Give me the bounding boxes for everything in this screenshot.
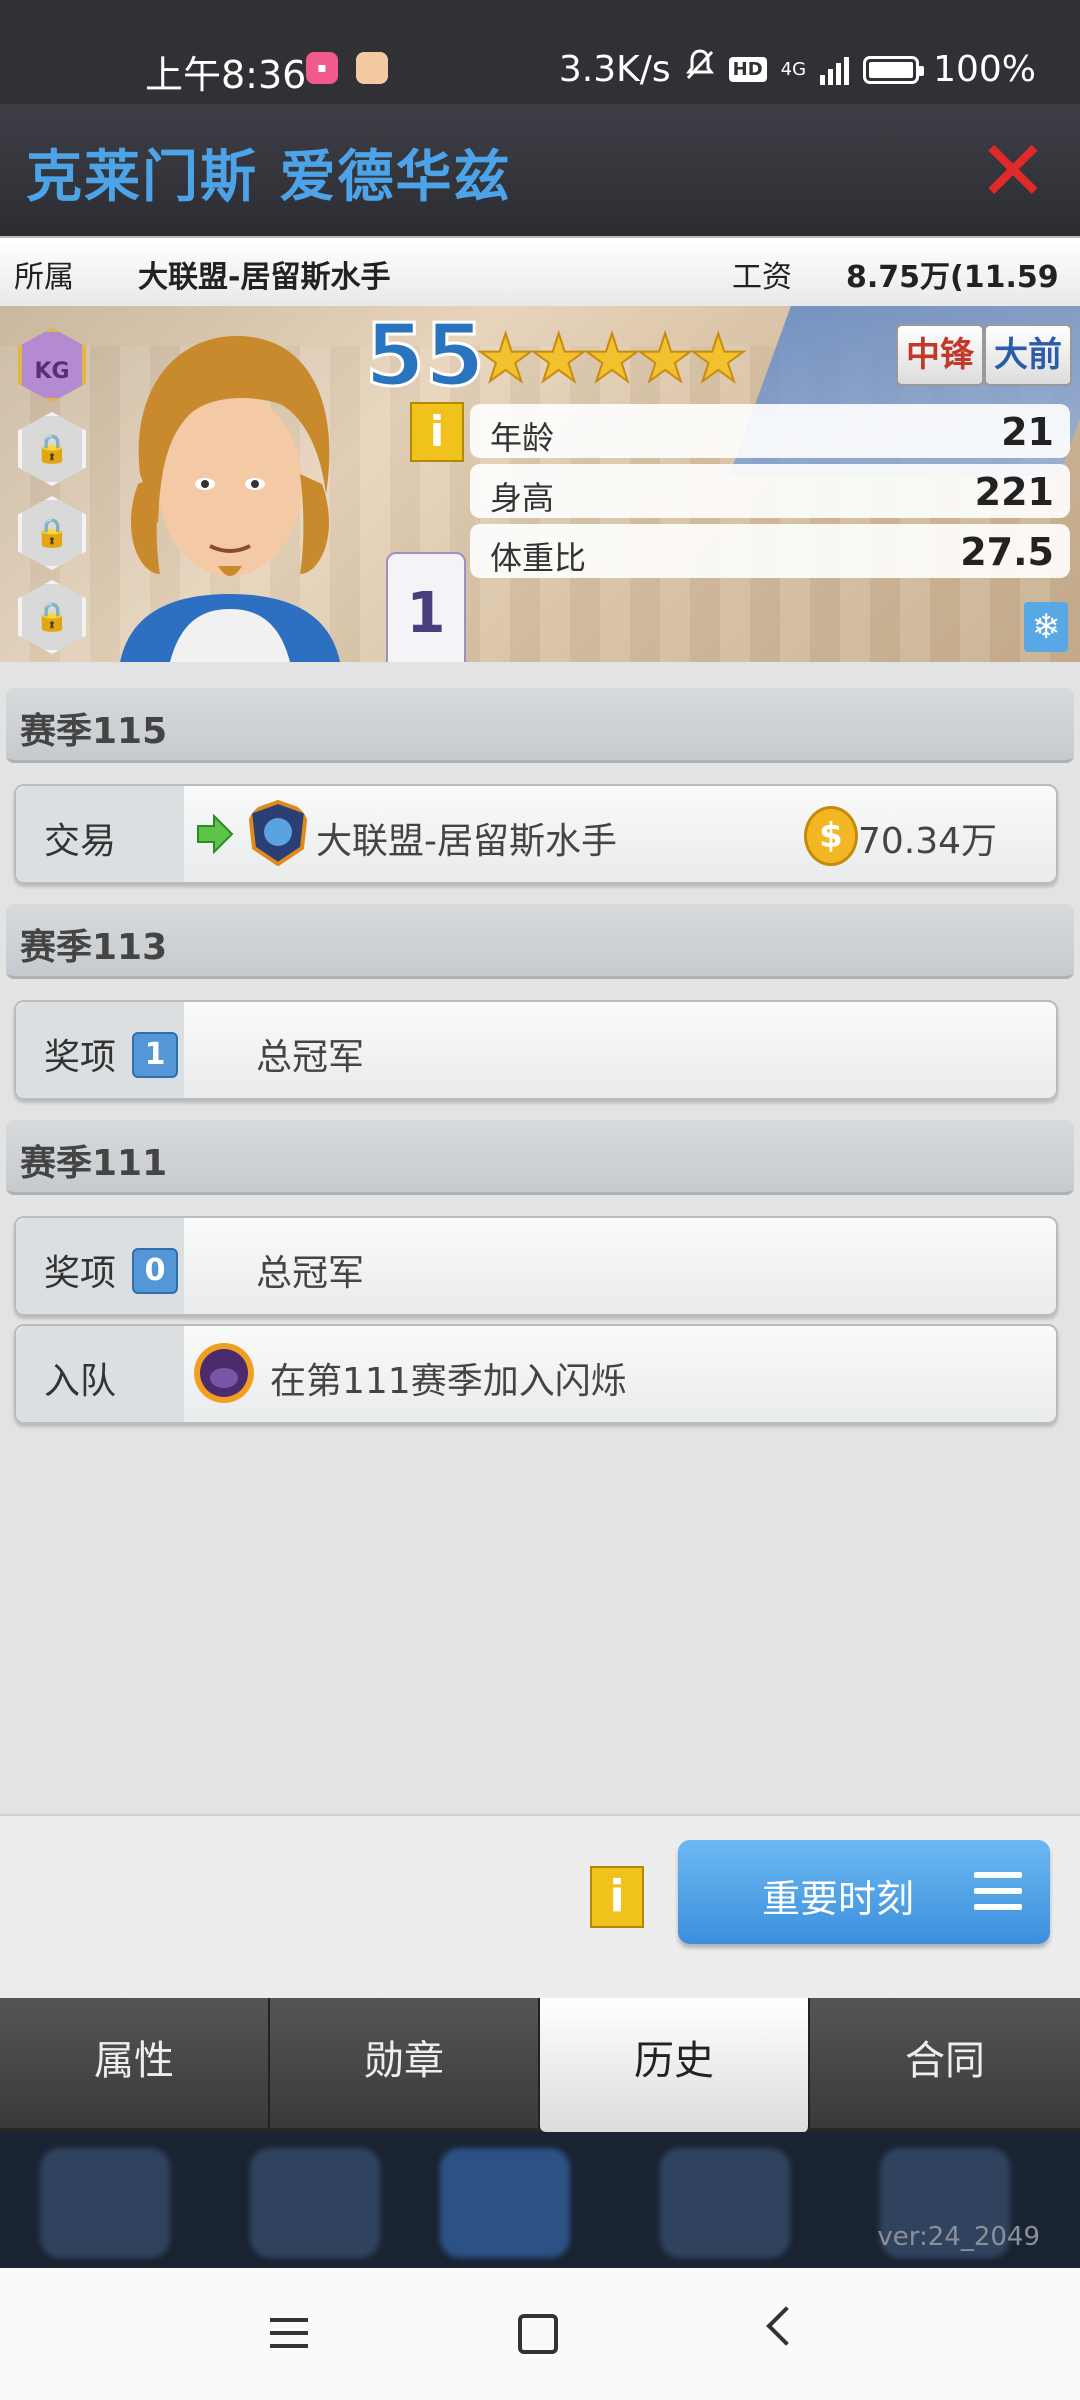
footer-panel: i 重要时刻 [0,1814,1080,2000]
history-event-award[interactable]: 奖项 0 总冠军 [14,1216,1058,1316]
player-name: 克莱门斯 爱德华兹 [26,145,512,210]
mute-icon [685,48,715,91]
event-category: 入队 [16,1326,184,1422]
event-text: 总冠军 [256,1037,365,1078]
event-text: 总冠军 [256,1253,365,1294]
player-avatar [120,335,340,662]
app-notification-icon: ▪ [306,52,338,84]
team-salary-row: 所属 大联盟-居留斯水手 工资 8.75万(11.59万) [0,236,1080,339]
award-count-badge: 1 [132,1032,178,1078]
stat-row-weight-ratio: 体重比 27.5 [470,524,1070,578]
arrow-right-icon [197,814,234,854]
event-text: 在第111赛季加入闪烁 [270,1361,627,1402]
dock-icon [40,2148,170,2258]
back-icon[interactable] [766,2306,806,2346]
position-badge-center: 中锋 [896,324,984,386]
team-value: 大联盟-居留斯水手 [138,260,391,295]
key-moments-label: 重要时刻 [762,1877,915,1921]
team-logo-icon [247,800,309,866]
player-card: KG 🔒 🔒 🔒 1 55 ★★★★★ 中锋 大前 i 年龄 21 身高 221… [0,306,1080,662]
event-category-label: 奖项 [44,1253,117,1294]
close-icon[interactable]: ✕ [976,129,1050,213]
signal-icon [820,55,850,85]
status-bar: 上午8:36 ▪ 3.3K/s HD 4G 100% [0,0,1080,104]
history-event-join[interactable]: 入队 在第111赛季加入闪烁 [14,1324,1058,1424]
event-category-label: 交易 [44,821,117,862]
stat-value: 21 [1001,410,1054,454]
position-badge-pf: 大前 [984,324,1072,386]
award-count-badge: 0 [132,1248,178,1294]
season-header: 赛季113 [6,904,1074,979]
tab-attributes[interactable]: 属性 [0,1998,270,2128]
player-rating: 55 [364,306,487,408]
system-nav-bar [0,2268,1080,2400]
event-category-label: 奖项 [44,1037,117,1078]
season-title: 赛季115 [20,711,168,752]
tab-history[interactable]: 历史 [540,1998,810,2132]
menu-icon [974,1872,1022,1920]
history-list[interactable]: 赛季115 交易 大联盟-居留斯水手 $ 70.34万 赛季113 奖项 1 总… [0,662,1080,1814]
key-moments-button[interactable]: 重要时刻 [678,1840,1050,1944]
snowflake-icon[interactable]: ❄ [1024,602,1068,652]
stat-label: 体重比 [490,539,587,577]
event-amount: 70.34万 [858,821,998,862]
info-icon[interactable]: i [410,402,464,462]
season-header: 赛季115 [6,688,1074,763]
version-label: ver:24_2049 [877,2222,1040,2252]
game-dock: ver:24_2049 [0,2132,1080,2268]
battery-percent: 100% [933,49,1036,90]
menu-icon[interactable] [270,2318,308,2357]
season-title: 赛季113 [20,927,168,968]
status-right: 3.3K/s HD 4G 100% [559,48,1036,91]
battery-icon [863,55,925,84]
history-event-trade[interactable]: 交易 大联盟-居留斯水手 $ 70.34万 [14,784,1058,884]
tab-badges[interactable]: 勋章 [270,1998,540,2128]
home-icon[interactable] [518,2314,558,2354]
team-logo-icon [194,1343,254,1403]
info-icon[interactable]: i [590,1866,644,1928]
status-time: 上午8:36 [145,53,307,97]
tab-bar: 属性 勋章 历史 合同 [0,1998,1080,2132]
stat-label: 年龄 [490,419,555,457]
stat-row-age: 年龄 21 [470,404,1070,458]
stat-label: 身高 [490,479,555,517]
event-category: 交易 [16,786,184,882]
season-title: 赛季111 [20,1143,168,1184]
stat-value: 27.5 [960,530,1054,574]
stat-row-height: 身高 221 [470,464,1070,518]
event-text: 大联盟-居留斯水手 [316,821,617,862]
network-type: 4G [780,59,807,80]
jersey-number: 1 [386,552,466,662]
dock-icon [440,2148,570,2258]
hd-icon: HD [728,57,767,82]
history-event-award[interactable]: 奖项 1 总冠军 [14,1000,1058,1100]
stat-value: 221 [974,470,1054,514]
tab-contract[interactable]: 合同 [810,1998,1080,2128]
coin-icon: $ [804,806,858,866]
net-speed: 3.3K/s [558,49,671,90]
battery-fill [869,61,914,78]
event-category-label: 入队 [44,1361,117,1402]
title-bar: 克莱门斯 爱德华兹 ✕ [0,104,1080,236]
app-notification-icon-2 [356,52,388,84]
dock-icon [250,2148,380,2258]
dock-icon [660,2148,790,2258]
season-header: 赛季111 [6,1120,1074,1195]
salary-label: 工资 [732,260,792,295]
team-label: 所属 [14,260,74,295]
star-rating: ★★★★★ [475,319,749,398]
